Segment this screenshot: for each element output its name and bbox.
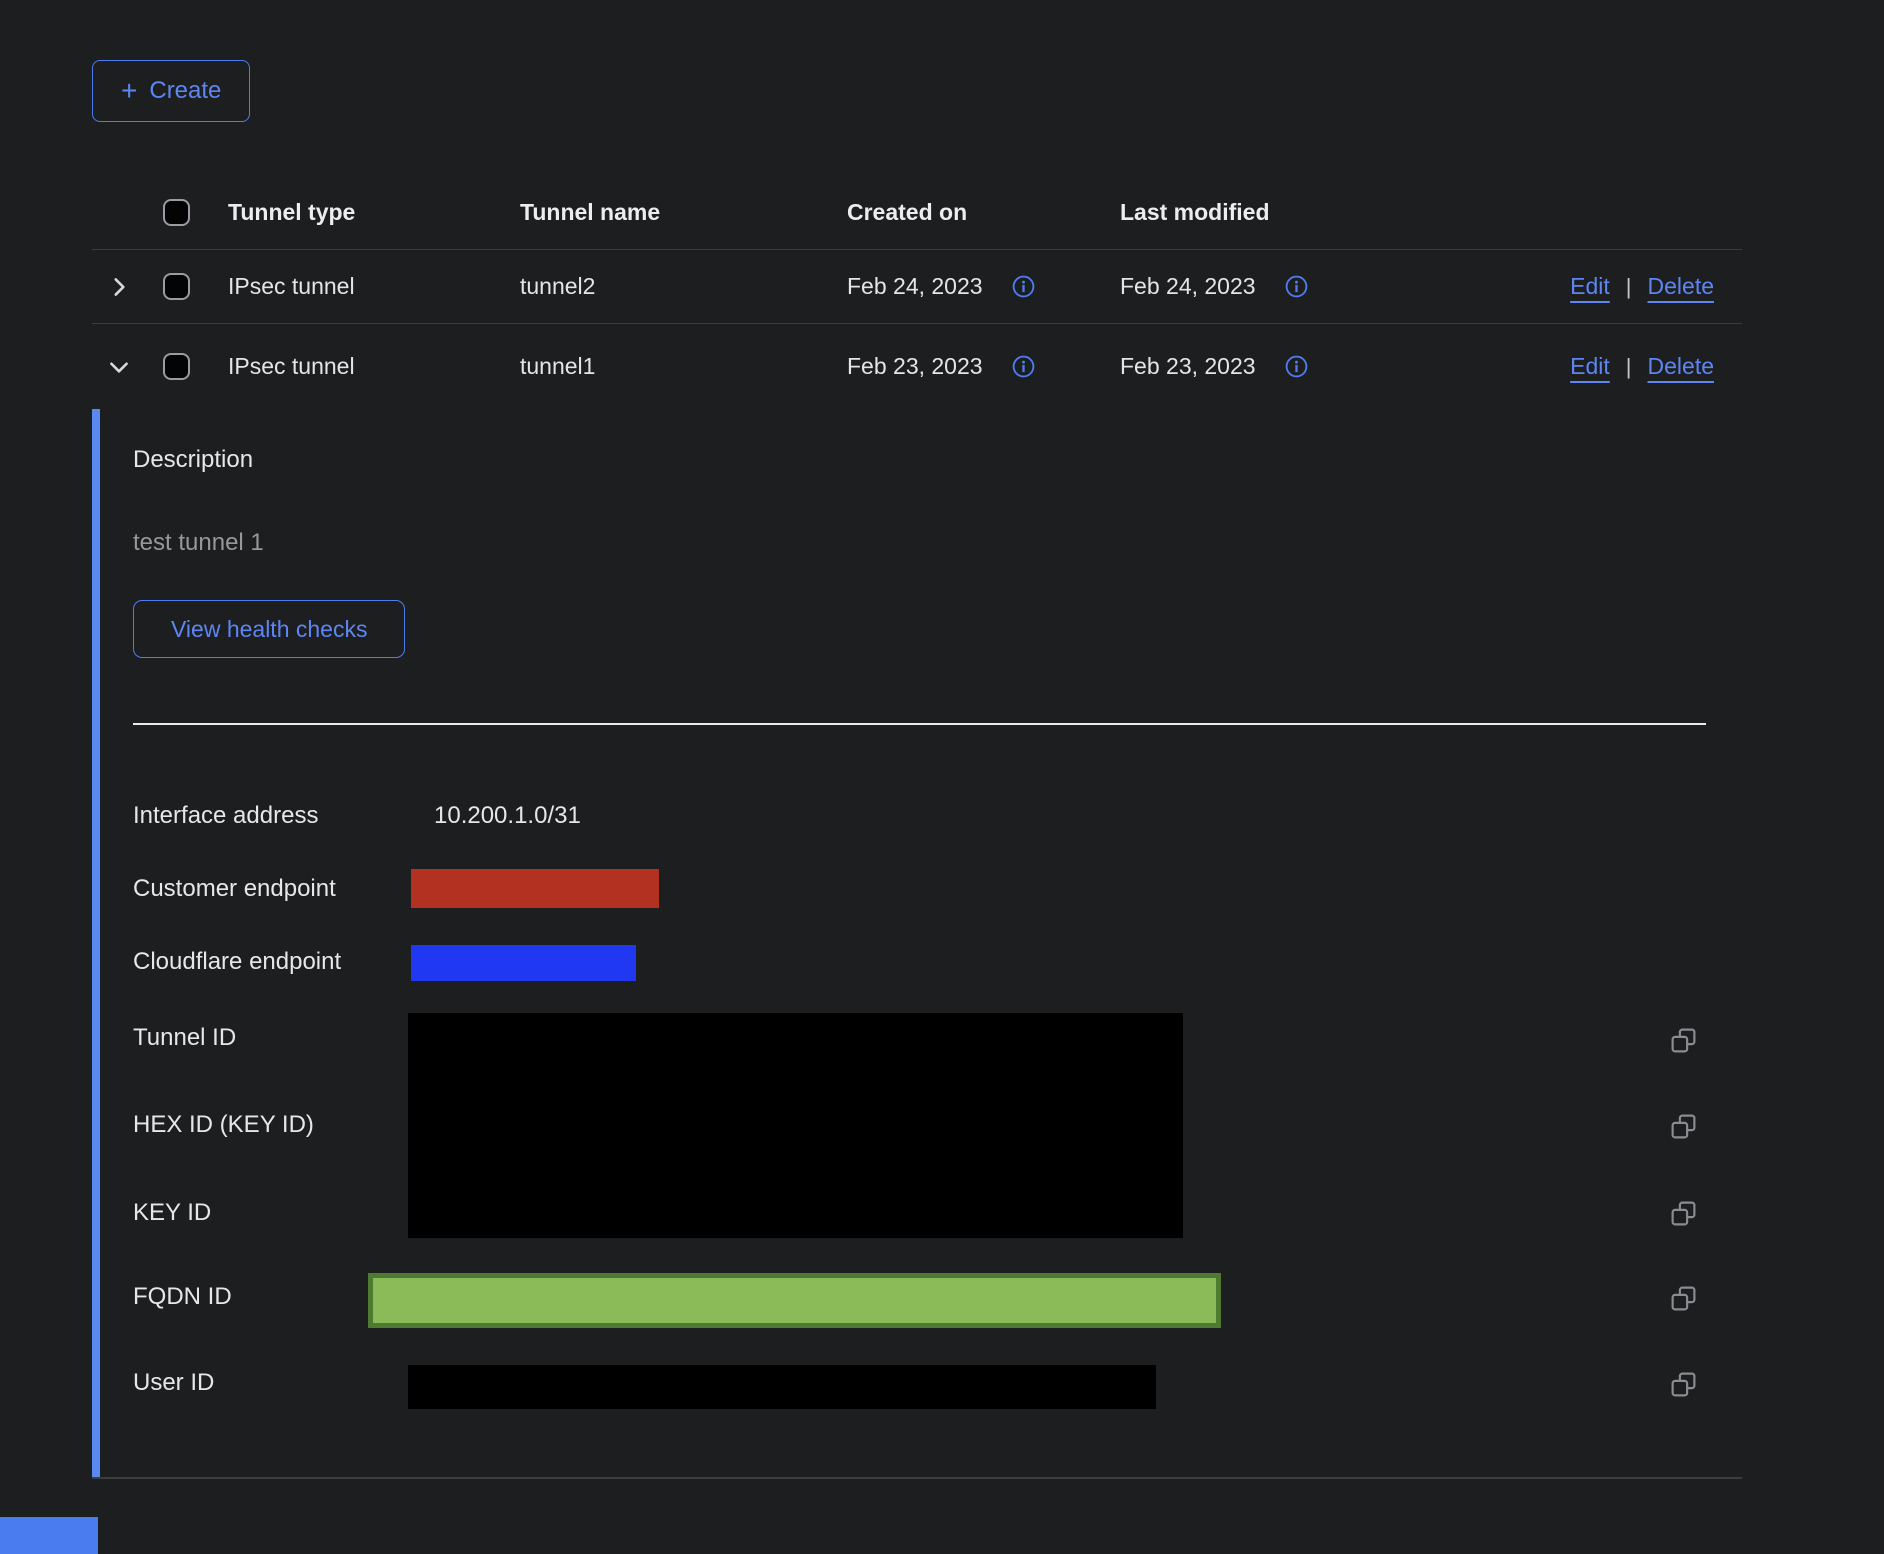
info-icon[interactable]: [1284, 274, 1309, 299]
customer-endpoint-label: Customer endpoint: [133, 875, 336, 903]
info-icon[interactable]: [1011, 354, 1036, 379]
table-row: IPsec tunnel tunnel2 Feb 24, 2023 Feb 24…: [92, 250, 1742, 324]
row-checkbox[interactable]: [163, 273, 190, 300]
user-id-redacted-value: [408, 1365, 1156, 1409]
bottom-left-blue-bar: [0, 1517, 98, 1554]
chevron-right-icon[interactable]: [106, 274, 132, 300]
last-modified-cell: Feb 23, 2023: [1120, 353, 1256, 380]
plus-icon: +: [121, 77, 137, 105]
table-row: IPsec tunnel tunnel1 Feb 23, 2023 Feb 23…: [92, 324, 1742, 409]
copy-icon[interactable]: [1669, 1370, 1698, 1399]
interface-address-value: 10.200.1.0/31: [434, 802, 581, 830]
view-health-checks-button[interactable]: View health checks: [133, 600, 405, 658]
col-header-last-modified: Last modified: [1120, 199, 1393, 226]
tunnel-id-label: Tunnel ID: [133, 1024, 236, 1052]
tunnel-name-cell: tunnel2: [520, 273, 847, 300]
expanded-row-indicator-bar: [92, 409, 100, 1478]
copy-icon[interactable]: [1669, 1284, 1698, 1313]
col-header-tunnel-type: Tunnel type: [190, 199, 520, 226]
description-label: Description: [133, 446, 253, 474]
create-button[interactable]: + Create: [92, 60, 250, 122]
row-checkbox[interactable]: [163, 353, 190, 380]
created-on-cell: Feb 23, 2023: [847, 353, 983, 380]
copy-icon[interactable]: [1669, 1026, 1698, 1055]
fqdn-id-label: FQDN ID: [133, 1283, 232, 1311]
expanded-panel-bottom-divider: [92, 1477, 1742, 1479]
tunnel-type-cell: IPsec tunnel: [190, 273, 520, 300]
create-button-label: Create: [149, 77, 221, 105]
section-divider: [133, 723, 1706, 725]
id-values-redacted-block: [408, 1013, 1183, 1238]
hex-id-label: HEX ID (KEY ID): [133, 1111, 314, 1139]
chevron-down-icon[interactable]: [106, 354, 132, 380]
action-separator: |: [1626, 354, 1632, 380]
col-header-created-on: Created on: [847, 199, 1120, 226]
col-header-tunnel-name: Tunnel name: [520, 199, 847, 226]
delete-link[interactable]: Delete: [1648, 353, 1714, 380]
copy-icon[interactable]: [1669, 1199, 1698, 1228]
tunnel-type-cell: IPsec tunnel: [190, 353, 520, 380]
tunnel-name-cell: tunnel1: [520, 353, 847, 380]
description-value: test tunnel 1: [133, 529, 264, 557]
info-icon[interactable]: [1284, 354, 1309, 379]
cloudflare-endpoint-label: Cloudflare endpoint: [133, 948, 341, 976]
cloudflare-endpoint-redacted-value: [411, 945, 636, 981]
edit-link[interactable]: Edit: [1570, 273, 1610, 300]
info-icon[interactable]: [1011, 274, 1036, 299]
edit-link[interactable]: Edit: [1570, 353, 1610, 380]
created-on-cell: Feb 24, 2023: [847, 273, 983, 300]
fqdn-id-redacted-value: [368, 1273, 1221, 1328]
view-health-checks-label: View health checks: [171, 616, 367, 643]
last-modified-cell: Feb 24, 2023: [1120, 273, 1256, 300]
copy-icon[interactable]: [1669, 1112, 1698, 1141]
interface-address-label: Interface address: [133, 802, 318, 830]
select-all-checkbox[interactable]: [163, 199, 190, 226]
action-separator: |: [1626, 274, 1632, 300]
delete-link[interactable]: Delete: [1648, 273, 1714, 300]
key-id-label: KEY ID: [133, 1199, 211, 1227]
user-id-label: User ID: [133, 1369, 214, 1397]
customer-endpoint-redacted-value: [411, 869, 659, 908]
table-header: Tunnel type Tunnel name Created on Last …: [92, 175, 1742, 250]
